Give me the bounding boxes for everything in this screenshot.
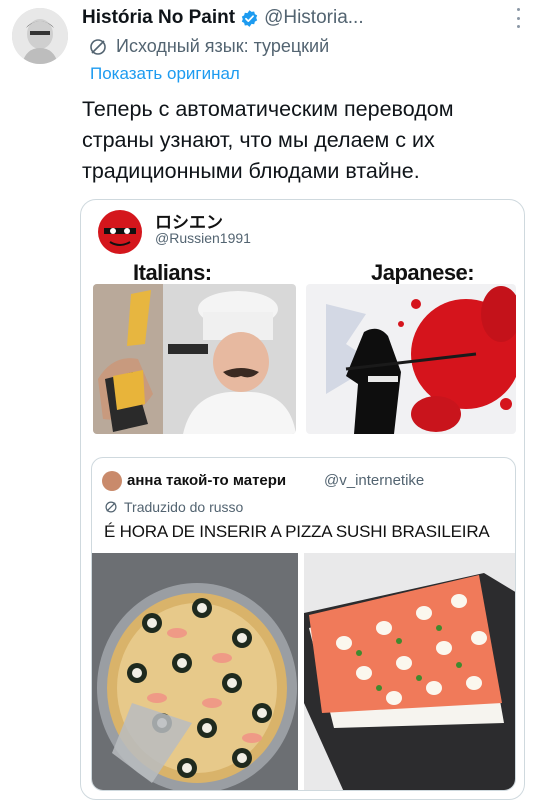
quote-text: É HORA DE INSERIR A PIZZA SUSHI BRASILEI…	[104, 522, 490, 541]
sushi-pizza-image	[92, 553, 298, 790]
media-card[interactable]: ロシエン @Russien1991 Italians: Japanese: ан…	[80, 199, 525, 800]
more-options-icon[interactable]	[515, 8, 521, 28]
meme-author-avatar	[94, 206, 146, 258]
tweet-header: História No Paint @Historia...	[82, 6, 525, 30]
translation-source-label: Исходный язык: турецкий	[116, 36, 330, 56]
display-name[interactable]: História No Paint	[82, 7, 235, 29]
profile-avatar[interactable]	[12, 8, 68, 64]
quote-translation-notice: Traduzido do russo	[104, 499, 243, 515]
quote-author-name: анна такой-то матери	[127, 472, 287, 489]
meme-label-italians: Italians:	[133, 260, 212, 285]
translate-icon	[105, 501, 117, 513]
translate-icon	[90, 38, 106, 55]
chef-pasta-image	[93, 284, 296, 434]
translation-notice: Исходный язык: турецкий	[88, 36, 329, 57]
quote-translation-label: Traduzido do russo	[124, 499, 244, 515]
meme-label-japanese: Japanese:	[371, 260, 475, 285]
verified-badge-icon	[241, 9, 258, 27]
quote-tweet-card[interactable]: анна такой-то матери @v_internetike Trad…	[91, 457, 516, 791]
samurai-blood-image	[306, 284, 516, 434]
show-original-link[interactable]: Показать оригинал	[90, 64, 240, 84]
quote-author-avatar	[102, 471, 122, 491]
quote-author-handle: @v_internetike	[324, 472, 425, 489]
user-handle[interactable]: @Historia...	[264, 7, 364, 29]
salmon-sushi-slice-image	[304, 553, 515, 790]
meme-author-handle: @Russien1991	[155, 230, 251, 246]
tweet-text: Теперь с автоматическим переводом страны…	[82, 97, 454, 183]
